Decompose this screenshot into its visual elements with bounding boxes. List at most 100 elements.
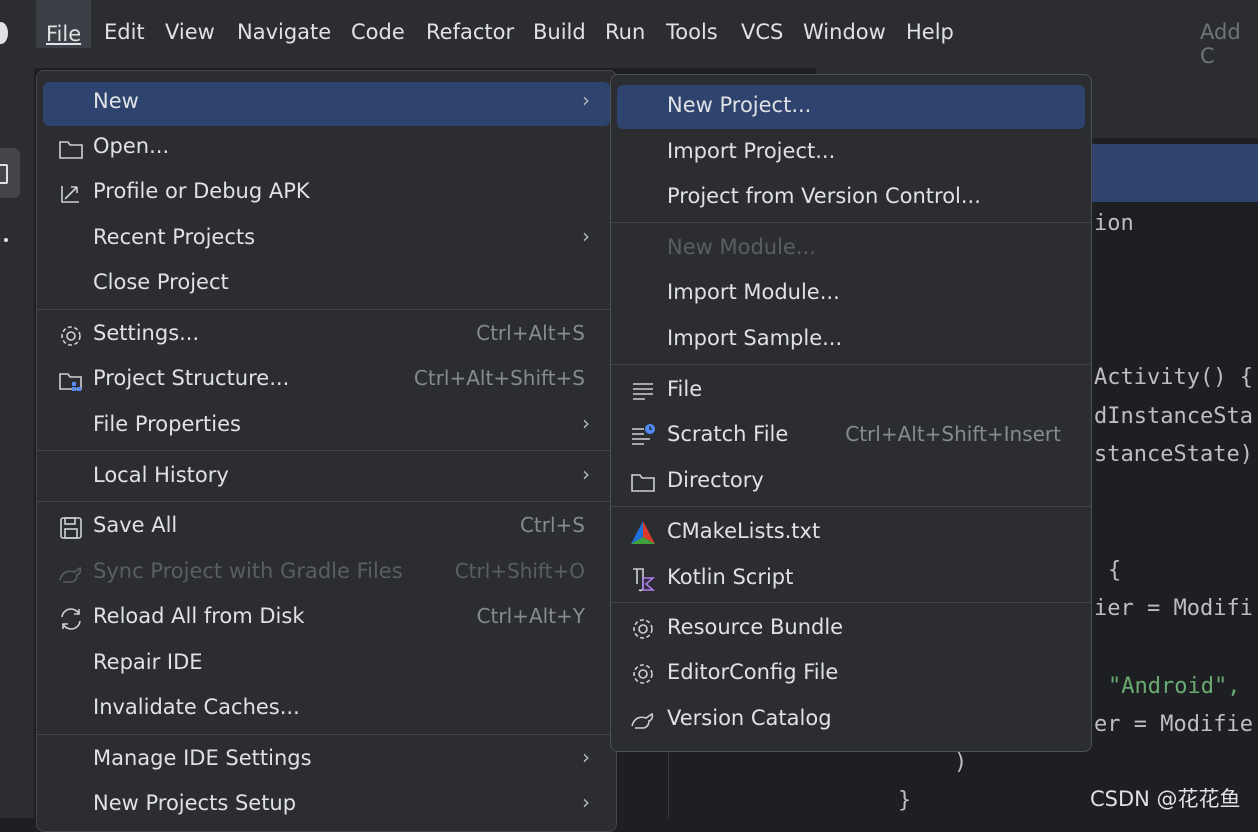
submenu-item-new-project[interactable]: New Project...: [611, 85, 1091, 129]
menu-item-new-projects-setup[interactable]: New Projects Setup ›: [37, 784, 616, 828]
menu-item-label: Save All: [93, 513, 178, 537]
menu-vcs[interactable]: VCS: [741, 20, 783, 44]
menu-item-label: Project Structure...: [93, 366, 290, 390]
submenu-item-scratch-file[interactable]: Scratch File Ctrl+Alt+Shift+Insert: [611, 414, 1091, 458]
left-tool-strip: [0, 68, 34, 818]
watermark: CSDN @花花鱼: [1090, 787, 1241, 811]
gear-icon: [629, 660, 657, 688]
menu-item-label: File Properties: [93, 412, 241, 436]
code-line: "Android",: [1108, 674, 1241, 699]
more-tools-icon[interactable]: [4, 238, 8, 242]
menu-item-repair-ide[interactable]: Repair IDE: [37, 643, 616, 687]
submenu-item-resource-bundle[interactable]: Resource Bundle: [611, 607, 1091, 651]
menu-item-shortcut: Ctrl+Alt+Shift+Insert: [845, 422, 1061, 446]
menu-run[interactable]: Run: [605, 20, 645, 44]
menu-item-label: Close Project: [93, 270, 229, 294]
cmake-icon: [629, 519, 657, 547]
menu-item-label: New: [93, 89, 139, 113]
submenu-item-kotlin-script[interactable]: Kotlin Script: [611, 557, 1091, 601]
menu-file-label: File: [46, 22, 82, 46]
submenu-item-cmakelists[interactable]: CMakeLists.txt: [611, 511, 1091, 555]
menu-separator: [611, 602, 1091, 603]
code-line: {: [1108, 558, 1122, 583]
menu-item-label: Reload All from Disk: [93, 604, 305, 628]
code-line: ion: [1094, 211, 1134, 236]
submenu-item-new-module[interactable]: New Module...: [611, 227, 1091, 271]
menu-item-label: Invalidate Caches...: [93, 695, 300, 719]
submenu-item-version-catalog[interactable]: Version Catalog: [611, 698, 1091, 742]
menu-separator: [611, 364, 1091, 365]
menu-navigate[interactable]: Navigate: [237, 20, 331, 44]
add-configuration-button[interactable]: Add C: [1200, 20, 1258, 68]
menu-item-label: Project from Version Control...: [667, 184, 981, 208]
app-logo-icon[interactable]: [0, 22, 8, 44]
text-file-icon: [629, 377, 657, 405]
menu-item-reload-all[interactable]: Reload All from Disk Ctrl+Alt+Y: [37, 597, 616, 641]
menu-code[interactable]: Code: [351, 20, 405, 44]
kotlin-script-icon: [629, 565, 657, 593]
chevron-right-icon: ›: [582, 462, 590, 486]
menu-item-new[interactable]: New ›: [37, 82, 616, 126]
menu-item-project-structure[interactable]: Project Structure... Ctrl+Alt+Shift+S: [37, 359, 616, 403]
menu-view[interactable]: View: [165, 20, 215, 44]
save-icon: [57, 514, 85, 542]
menu-item-save-all[interactable]: Save All Ctrl+S: [37, 506, 616, 550]
menu-edit[interactable]: Edit: [104, 20, 145, 44]
submenu-item-project-from-vcs[interactable]: Project from Version Control...: [611, 176, 1091, 220]
profile-debug-icon: [57, 180, 85, 208]
menu-item-label: Kotlin Script: [667, 565, 794, 589]
menu-separator: [37, 309, 616, 310]
menu-item-label: New Project...: [667, 93, 812, 117]
code-line: ): [954, 750, 968, 775]
menu-item-label: Manage IDE Settings: [93, 746, 312, 770]
menu-item-label: Recent Projects: [93, 225, 256, 249]
menu-tools[interactable]: Tools: [666, 20, 718, 44]
code-line: Activity() {: [1094, 365, 1253, 390]
project-structure-icon: [57, 367, 85, 395]
menu-item-label: Local History: [93, 463, 229, 487]
menu-separator: [611, 222, 1091, 223]
menu-item-label: EditorConfig File: [667, 660, 839, 684]
menu-item-file-properties[interactable]: File Properties ›: [37, 405, 616, 449]
submenu-item-file[interactable]: File: [611, 369, 1091, 413]
menu-item-recent-projects[interactable]: Recent Projects ›: [37, 218, 616, 262]
menu-separator: [37, 450, 616, 451]
menu-window[interactable]: Window: [803, 20, 886, 44]
project-tool-icon[interactable]: [0, 148, 20, 198]
menu-item-manage-ide-settings[interactable]: Manage IDE Settings ›: [37, 739, 616, 783]
menu-item-label: Import Module...: [667, 280, 840, 304]
menu-item-sync-gradle[interactable]: Sync Project with Gradle Files Ctrl+Shif…: [37, 552, 616, 596]
submenu-item-import-sample[interactable]: Import Sample...: [611, 318, 1091, 362]
menu-item-label: Import Sample...: [667, 326, 843, 350]
menu-item-label: New Projects Setup: [93, 791, 297, 815]
submenu-item-import-project[interactable]: Import Project...: [611, 131, 1091, 175]
gradle-sync-icon: [57, 560, 85, 588]
menu-item-settings[interactable]: Settings... Ctrl+Alt+S: [37, 314, 616, 358]
menu-help[interactable]: Help: [906, 20, 954, 44]
menu-item-shortcut: Ctrl+Alt+S: [476, 321, 585, 345]
version-catalog-icon: [629, 706, 657, 734]
menu-refactor[interactable]: Refactor: [426, 20, 514, 44]
submenu-item-directory[interactable]: Directory: [611, 460, 1091, 504]
submenu-item-editorconfig[interactable]: EditorConfig File: [611, 652, 1091, 696]
chevron-right-icon: ›: [582, 411, 590, 435]
chevron-right-icon: ›: [582, 88, 590, 112]
menu-item-label: New Module...: [667, 235, 816, 259]
menu-item-label: Resource Bundle: [667, 615, 844, 639]
menu-item-shortcut: Ctrl+Shift+O: [454, 559, 585, 583]
submenu-item-import-module[interactable]: Import Module...: [611, 272, 1091, 316]
menu-item-profile-debug-apk[interactable]: Profile or Debug APK: [37, 172, 616, 216]
code-line: }: [898, 788, 912, 813]
menu-item-shortcut: Ctrl+Alt+Shift+S: [413, 366, 585, 390]
menu-file[interactable]: File: [36, 0, 92, 48]
menu-build[interactable]: Build: [533, 20, 586, 44]
scratch-file-icon: [629, 422, 657, 450]
menu-item-label: Profile or Debug APK: [93, 179, 310, 203]
menu-item-local-history[interactable]: Local History ›: [37, 456, 616, 500]
menu-item-close-project[interactable]: Close Project: [37, 263, 616, 307]
menu-item-invalidate-caches[interactable]: Invalidate Caches...: [37, 688, 616, 732]
menu-item-label: Sync Project with Gradle Files: [93, 559, 403, 583]
menu-item-open[interactable]: Open...: [37, 127, 616, 171]
folder-icon: [57, 135, 85, 163]
code-line: dInstanceSta: [1094, 404, 1253, 429]
